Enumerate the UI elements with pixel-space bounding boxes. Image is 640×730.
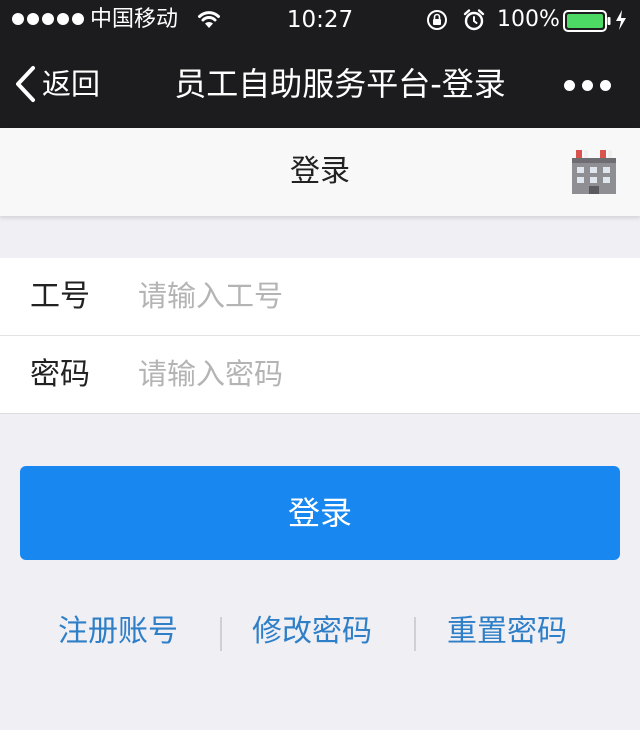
employee-id-input[interactable]	[138, 272, 618, 320]
battery-icon	[563, 10, 611, 32]
more-options-button[interactable]	[564, 78, 620, 92]
reset-password-link[interactable]: 重置密码	[447, 610, 567, 654]
battery-percent: 100%	[497, 7, 560, 32]
password-input[interactable]	[138, 350, 618, 398]
page-title: 登录	[290, 154, 350, 189]
carrier-name: 中国移动	[90, 7, 179, 32]
more-dots-icon	[564, 79, 575, 91]
register-account-link[interactable]: 注册账号	[58, 610, 178, 654]
wifi-icon	[198, 11, 220, 28]
orientation-lock-icon	[427, 10, 447, 30]
change-password-link[interactable]: 修改密码	[252, 610, 372, 654]
signal-dots-icon	[12, 13, 84, 25]
password-row: 密码	[0, 336, 640, 414]
login-form: 工号 密码	[0, 258, 640, 414]
alarm-icon	[463, 9, 485, 31]
employee-id-label: 工号	[30, 279, 90, 314]
building-icon	[572, 150, 616, 194]
window-title: 员工自助服务平台-登录	[174, 65, 506, 103]
status-bar: 中国移动 10:27 100%	[0, 0, 640, 40]
navigation-bar: 返回 员工自助服务平台-登录	[0, 40, 640, 128]
login-button[interactable]: 登录	[20, 466, 620, 560]
employee-id-row: 工号	[0, 258, 640, 336]
charging-bolt-icon	[616, 10, 626, 30]
back-button[interactable]: 返回	[14, 62, 100, 106]
page-header: 登录	[0, 128, 640, 216]
password-label: 密码	[30, 357, 90, 392]
link-divider	[220, 617, 222, 651]
chevron-left-icon	[16, 66, 35, 102]
back-label: 返回	[42, 67, 101, 101]
link-divider	[414, 617, 416, 651]
